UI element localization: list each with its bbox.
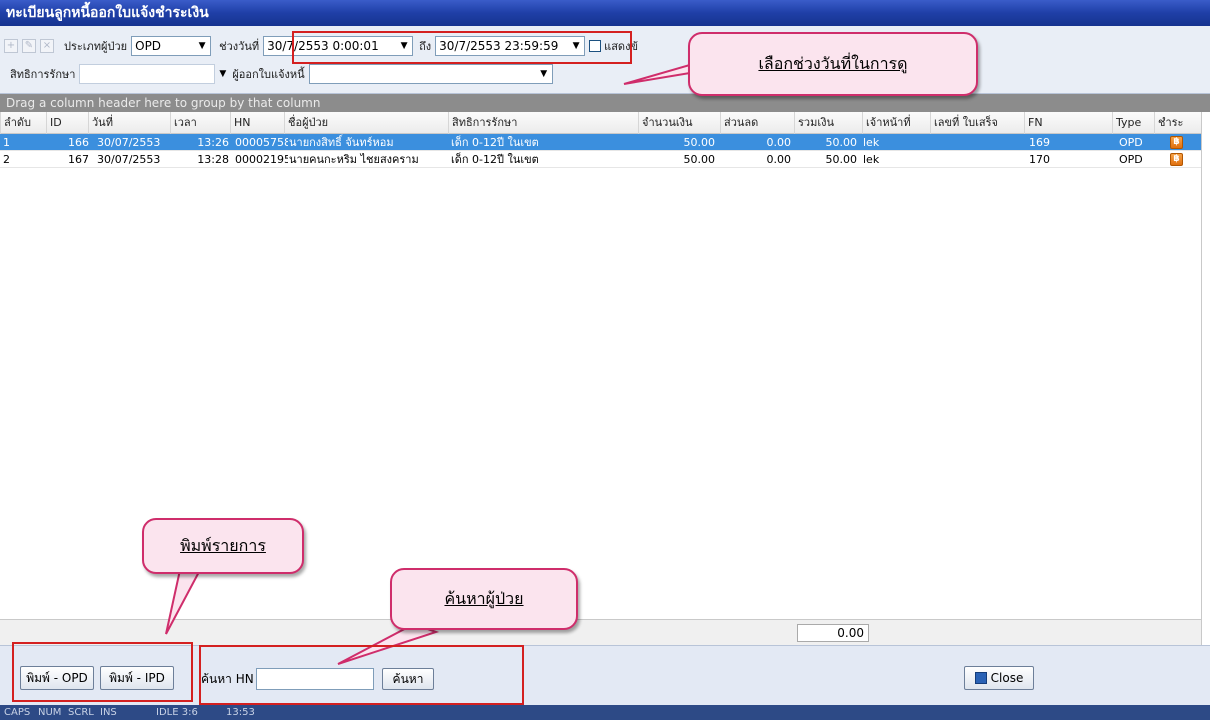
rights-label: สิทธิการรักษา — [10, 68, 76, 81]
column-header[interactable]: ชื่อผู้ป่วย — [284, 112, 448, 134]
filter-row-2: สิทธิการรักษา ▼ ผู้ออกใบแจ้งหนี้ ▼ — [0, 62, 553, 86]
callout-date-range-text: เลือกช่วงวันที่ในการดู — [758, 53, 908, 73]
cell-hn: 00002195 — [235, 153, 288, 166]
status-scrl: SCRL — [68, 707, 94, 718]
issuer-label: ผู้ออกใบแจ้งหนี้ — [232, 68, 305, 81]
cell-time: 13:26 — [197, 136, 229, 149]
status-idle: IDLE 3:6 — [156, 707, 198, 718]
new-icon[interactable]: + — [4, 39, 18, 53]
cell-receipt — [930, 151, 1024, 168]
cell-rights: เด็ก 0-12ปี ในเขต — [451, 153, 539, 166]
cell-id: 166 — [68, 136, 89, 149]
cell-discount: 0.00 — [766, 153, 792, 166]
pay-icon[interactable]: ฿ — [1170, 136, 1183, 149]
status-num: NUM — [38, 707, 62, 718]
cell-receipt — [930, 134, 1024, 151]
group-by-panel[interactable]: Drag a column header here to group by th… — [0, 94, 1210, 112]
status-bar: CAPS NUM SCRL INS IDLE 3:6 13:53 — [0, 705, 1210, 720]
cell-staff: lek — [863, 136, 880, 149]
cell-discount: 0.00 — [766, 136, 792, 149]
callout-search-patient-text: ค้นหาผู้ป่วย — [444, 588, 524, 608]
cell-seq: 2 — [3, 153, 10, 166]
cell-time: 13:28 — [197, 153, 229, 166]
column-header[interactable]: ลำดับ — [0, 112, 46, 134]
column-header[interactable]: รวมเงิน — [794, 112, 862, 134]
table-row[interactable]: 1 166 30/07/2553 13:26 00005758 นายกงสิท… — [0, 134, 1201, 151]
chevron-down-icon[interactable]: ▼ — [194, 37, 211, 55]
cell-amount: 50.00 — [683, 153, 716, 166]
exit-door-icon — [974, 672, 987, 684]
column-header[interactable]: ส่วนลด — [720, 112, 794, 134]
cell-hn: 00005758 — [235, 136, 288, 149]
callout-print-list: พิมพ์รายการ — [142, 518, 304, 574]
status-clock: 13:53 — [226, 707, 255, 718]
delete-icon[interactable]: × — [40, 39, 54, 53]
cell-name: นายคนกะหริม ไชยสงคราม — [289, 153, 419, 166]
callout-search-patient: ค้นหาผู้ป่วย — [390, 568, 578, 630]
cell-amount: 50.00 — [683, 136, 716, 149]
column-header[interactable]: เวลา — [170, 112, 230, 134]
pay-icon[interactable]: ฿ — [1170, 153, 1183, 166]
cell-date: 30/07/2553 — [97, 136, 161, 149]
cell-total: 50.00 — [825, 136, 858, 149]
date-range-highlight — [292, 31, 632, 64]
cell-fn: 169 — [1029, 136, 1050, 149]
column-header[interactable]: เจ้าหน้าที่ — [862, 112, 930, 134]
column-header[interactable]: จำนวนเงิน — [638, 112, 720, 134]
cell-date: 30/07/2553 — [97, 153, 161, 166]
grid-header: ลำดับ ID วันที่ เวลา HN ชื่อผู้ป่วย สิทธ… — [0, 112, 1201, 134]
cell-total: 50.00 — [825, 153, 858, 166]
cell-fn: 170 — [1029, 153, 1050, 166]
column-header[interactable]: วันที่ — [88, 112, 170, 134]
window-title: ทะเบียนลูกหนี้ออกใบแจ้งชำระเงิน — [0, 0, 1210, 26]
issuer-select[interactable]: ▼ — [308, 64, 553, 84]
search-hn-highlight — [199, 645, 524, 705]
callout-date-range: เลือกช่วงวันที่ในการดู — [688, 32, 978, 96]
column-header[interactable]: เลขที่ ใบเสร็จ — [930, 112, 1024, 134]
close-button[interactable]: Close — [964, 666, 1034, 690]
column-header[interactable]: ชำระ — [1154, 112, 1200, 134]
edit-icon[interactable]: ✎ — [22, 39, 36, 53]
cell-seq: 1 — [3, 136, 10, 149]
app-window: ทะเบียนลูกหนี้ออกใบแจ้งชำระเงิน + ✎ × ปร… — [0, 0, 1210, 720]
column-header[interactable]: Type — [1112, 112, 1154, 134]
cell-staff: lek — [863, 153, 880, 166]
patient-type-value: OPD — [135, 39, 162, 53]
rights-select[interactable] — [79, 64, 216, 84]
chevron-down-icon[interactable]: ▼ — [219, 69, 226, 79]
cell-rights: เด็ก 0-12ปี ในเขต — [451, 136, 539, 149]
patient-type-select[interactable]: OPD ▼ — [131, 36, 212, 56]
cell-type: OPD — [1119, 153, 1143, 166]
close-button-label: Close — [990, 671, 1024, 685]
patient-type-label: ประเภทผู้ป่วย — [64, 40, 128, 53]
column-header[interactable]: สิทธิการรักษา — [448, 112, 638, 134]
cell-type: OPD — [1119, 136, 1143, 149]
footer-total: 0.00 — [797, 624, 869, 642]
status-ins: INS — [100, 707, 117, 718]
cell-id: 167 — [68, 153, 89, 166]
date-range-label: ช่วงวันที่ — [219, 40, 260, 53]
column-header[interactable]: FN — [1024, 112, 1112, 134]
status-caps: CAPS — [4, 707, 31, 718]
cell-name: นายกงสิทธิ์ จันทร์หอม — [289, 136, 394, 149]
chevron-down-icon[interactable]: ▼ — [535, 65, 552, 83]
column-header[interactable]: ID — [46, 112, 88, 134]
print-buttons-highlight — [12, 642, 193, 702]
callout-print-list-text: พิมพ์รายการ — [180, 535, 266, 555]
table-row[interactable]: 2 167 30/07/2553 13:28 00002195 นายคนกะห… — [0, 151, 1201, 168]
column-header[interactable]: HN — [230, 112, 284, 134]
